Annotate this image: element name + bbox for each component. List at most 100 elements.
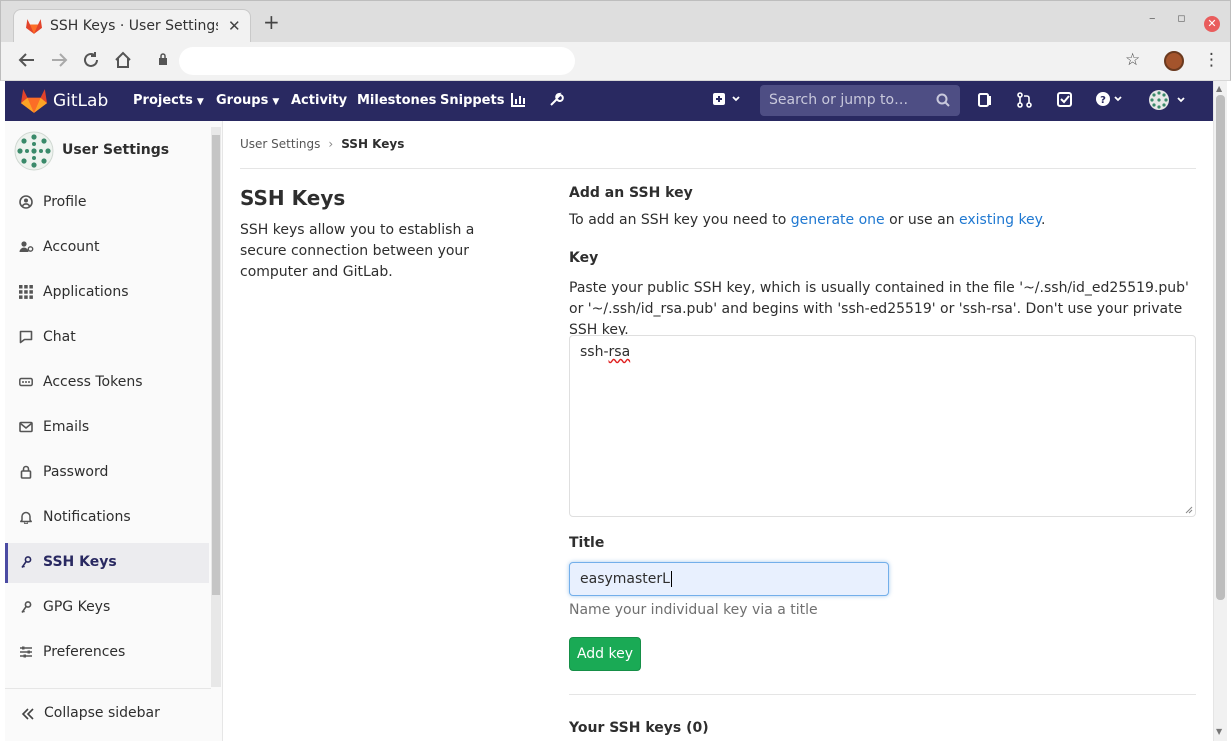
sidebar-item-chat[interactable]: Chat xyxy=(5,318,209,358)
sidebar-item-label: Notifications xyxy=(43,509,131,525)
analytics-icon[interactable] xyxy=(511,92,526,107)
breadcrumb-current[interactable]: SSH Keys xyxy=(341,137,404,151)
generate-one-link[interactable]: generate one xyxy=(791,212,885,228)
scrollbar-thumb[interactable] xyxy=(1216,95,1225,600)
gitlab-navbar: GitLab Projects ▼ Groups ▼ Activity Milest… xyxy=(5,81,1213,121)
nav-projects-label: Projects xyxy=(133,93,193,108)
new-dropdown[interactable] xyxy=(712,92,742,107)
back-icon[interactable] xyxy=(18,51,36,69)
sidebar-item-emails[interactable]: Emails xyxy=(5,408,209,448)
sidebar-item-label: Account xyxy=(43,239,100,255)
existing-key-link[interactable]: existing key xyxy=(959,212,1041,228)
nav-activity[interactable]: Activity xyxy=(291,93,347,108)
page-title: SSH Keys xyxy=(240,186,346,210)
add-text-suffix: . xyxy=(1040,212,1046,228)
nav-groups-label: Groups xyxy=(216,93,269,108)
sidebar-item-account[interactable]: Account xyxy=(5,228,209,268)
nav-groups[interactable]: Groups ▼ xyxy=(216,93,279,108)
scroll-up-icon[interactable]: ▲ xyxy=(1216,84,1222,93)
sidebar-item-access-tokens[interactable]: Access Tokens xyxy=(5,363,209,403)
sidebar-item-gpg-keys[interactable]: GPG Keys xyxy=(5,588,209,628)
home-icon[interactable] xyxy=(114,51,132,69)
issues-icon[interactable] xyxy=(978,92,993,108)
text-cursor xyxy=(670,571,672,587)
sidebar-scrollbar[interactable] xyxy=(211,127,221,687)
add-ssh-key-heading: Add an SSH key xyxy=(569,185,693,201)
maximize-icon[interactable]: ▫ xyxy=(1177,11,1186,26)
sidebar-item-notifications[interactable]: Notifications xyxy=(5,498,209,538)
search-icon xyxy=(936,93,950,107)
collapse-sidebar-button[interactable]: Collapse sidebar xyxy=(5,688,211,741)
svg-text:?: ? xyxy=(1100,95,1106,106)
sidebar-item-label: GPG Keys xyxy=(43,599,111,615)
browser-tab[interactable]: SSH Keys · User Settings · G ✕ xyxy=(13,9,251,43)
sidebar-item-label: Applications xyxy=(43,284,129,300)
sidebar-item-label: Preferences xyxy=(43,644,126,660)
bell-icon xyxy=(19,510,33,524)
lock-icon[interactable] xyxy=(158,53,168,66)
chevron-down-icon: ▼ xyxy=(196,97,204,107)
search-input[interactable]: Search or jump to… xyxy=(760,85,960,116)
nav-milestones[interactable]: Milestones xyxy=(357,93,436,108)
sidebar-item-preferences[interactable]: Preferences xyxy=(5,633,209,673)
merge-requests-icon[interactable] xyxy=(1017,92,1032,108)
breadcrumb-user-settings[interactable]: User Settings xyxy=(240,137,320,151)
sidebar-item-profile[interactable]: Profile xyxy=(5,183,209,223)
sidebar-item-ssh-keys[interactable]: SSH Keys xyxy=(5,543,209,583)
avatar[interactable] xyxy=(1164,51,1184,71)
reload-icon[interactable] xyxy=(82,51,100,69)
browser-menu-icon[interactable]: ⋮ xyxy=(1203,50,1220,70)
add-ssh-key-text: To add an SSH key you need to generate o… xyxy=(569,212,1045,228)
access-tokens-icon xyxy=(19,375,33,389)
user-avatar-icon[interactable] xyxy=(14,131,54,171)
mail-icon xyxy=(19,420,33,434)
sidebar-title[interactable]: User Settings xyxy=(62,142,169,158)
page-scrollbar[interactable]: ▲ ▼ xyxy=(1213,81,1227,741)
sidebar-scrollbar-thumb[interactable] xyxy=(212,135,220,595)
key-icon xyxy=(19,555,33,569)
gitlab-favicon-icon xyxy=(26,19,42,34)
nav-projects[interactable]: Projects ▼ xyxy=(133,93,204,108)
help-dropdown[interactable]: ? xyxy=(1096,92,1126,107)
add-text-prefix: To add an SSH key you need to xyxy=(569,212,791,228)
scroll-down-icon[interactable]: ▼ xyxy=(1216,727,1222,736)
search-placeholder: Search or jump to… xyxy=(769,92,909,108)
collapse-sidebar-label: Collapse sidebar xyxy=(44,705,160,721)
new-tab-button[interactable]: + xyxy=(263,12,280,32)
preferences-icon xyxy=(19,645,33,659)
close-tab-icon[interactable]: ✕ xyxy=(228,17,241,35)
sidebar-item-label: Password xyxy=(43,464,109,480)
key-value-misspelled: rsa xyxy=(608,344,631,360)
window-close-icon[interactable]: ✕ xyxy=(1204,16,1220,32)
nav-snippets[interactable]: Snippets xyxy=(440,93,504,108)
key-icon xyxy=(19,600,33,614)
tab-title: SSH Keys · User Settings · G xyxy=(50,18,218,34)
gitlab-logo-icon[interactable] xyxy=(21,89,47,113)
key-label: Key xyxy=(569,250,599,266)
sidebar-item-applications[interactable]: Applications xyxy=(5,273,209,313)
forward-icon[interactable] xyxy=(50,51,68,69)
applications-icon xyxy=(19,285,33,299)
settings-sidebar: User Settings Profile Account Applicatio… xyxy=(5,121,223,741)
gitlab-brand[interactable]: GitLab xyxy=(53,91,108,111)
chevron-down-icon: ▼ xyxy=(272,97,280,107)
sidebar-item-label: Chat xyxy=(43,329,76,345)
key-textarea[interactable]: ssh-rsa xyxy=(569,335,1196,517)
browser-tab-strip: SSH Keys · User Settings · G ✕ + – ▫ ✕ xyxy=(0,0,1231,43)
resize-handle-icon[interactable] xyxy=(1185,506,1193,514)
chat-icon xyxy=(19,330,33,344)
add-key-button[interactable]: Add key xyxy=(569,637,641,671)
todos-icon[interactable] xyxy=(1057,92,1072,107)
title-input[interactable]: easymasterL xyxy=(569,562,889,596)
bookmark-star-icon[interactable]: ☆ xyxy=(1125,50,1140,70)
key-value-prefix: ssh- xyxy=(580,344,609,360)
account-icon xyxy=(19,240,34,254)
sidebar-item-label: Emails xyxy=(43,419,90,435)
address-bar[interactable] xyxy=(179,47,575,75)
admin-wrench-icon[interactable] xyxy=(549,92,564,107)
browser-toolbar: ☆ ⋮ xyxy=(0,42,1231,81)
user-avatar-dropdown[interactable] xyxy=(1148,89,1188,111)
breadcrumb: User Settings › SSH Keys xyxy=(240,137,404,151)
sidebar-item-password[interactable]: Password xyxy=(5,453,209,493)
minimize-icon[interactable]: – xyxy=(1149,11,1156,26)
